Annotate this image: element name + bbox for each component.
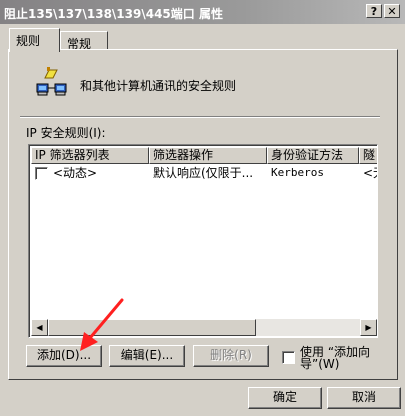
scroll-right-arrow-icon[interactable]: ▶: [360, 319, 377, 336]
window-title: 阻止135\137\138\139\445端口 属性: [4, 7, 223, 21]
scroll-left-arrow-icon[interactable]: ◀: [31, 319, 48, 336]
separator-line: [20, 116, 380, 118]
rules-description: 和其他计算机通讯的安全规则: [80, 79, 237, 93]
use-wizard-checkbox[interactable]: [282, 351, 295, 364]
ip-security-rules-label: IP 安全规则(I):: [26, 126, 106, 140]
tab-rules[interactable]: 规则: [9, 28, 60, 52]
rule-checkbox[interactable]: [35, 167, 48, 180]
row-cell-tunnel: <无: [363, 166, 377, 180]
row-cell-ip-filter: <动态>: [53, 166, 98, 180]
help-button[interactable]: ?: [366, 4, 382, 18]
row-cell-filter-action: 默认响应(仅限于...: [153, 166, 254, 180]
column-header-tunnel[interactable]: 隧: [359, 147, 377, 164]
tab-rules-label: 规则: [16, 34, 41, 48]
use-wizard-label[interactable]: 使用 “添加向导”(W): [300, 346, 390, 370]
row-cell-auth-method: Kerberos: [271, 166, 324, 179]
column-header-filter-action[interactable]: 筛选器操作: [149, 147, 267, 164]
column-header-auth-method[interactable]: 身份验证方法: [267, 147, 359, 164]
close-button[interactable]: ✕: [384, 4, 400, 18]
column-header-ip-filter-list[interactable]: IP 筛选器列表: [31, 147, 149, 164]
title-bar[interactable]: 阻止135\137\138\139\445端口 属性 ? ✕: [0, 0, 405, 24]
ok-button[interactable]: 确定: [248, 387, 322, 409]
remove-button[interactable]: 删除(R): [193, 345, 269, 367]
cancel-button[interactable]: 取消: [327, 387, 401, 409]
network-computers-icon: [36, 67, 67, 96]
red-annotation-arrow-icon: [80, 298, 124, 351]
